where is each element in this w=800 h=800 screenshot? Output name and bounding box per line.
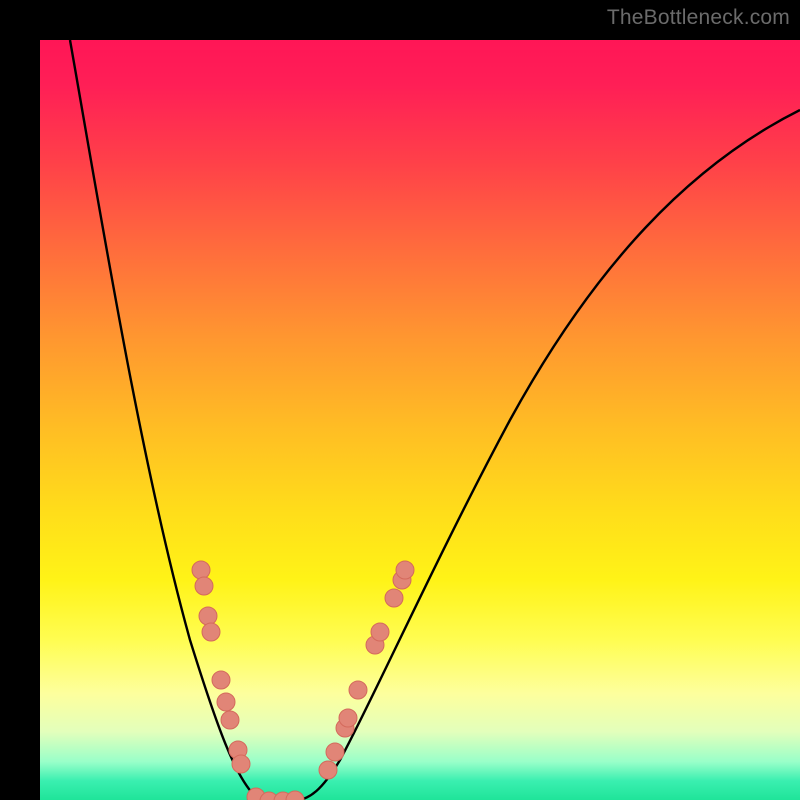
data-point xyxy=(221,711,239,729)
chart-svg xyxy=(40,40,800,800)
data-point xyxy=(202,623,220,641)
data-point xyxy=(212,671,230,689)
data-point xyxy=(319,761,337,779)
data-point xyxy=(385,589,403,607)
data-point xyxy=(326,743,344,761)
plot-area xyxy=(40,40,800,800)
data-point xyxy=(232,755,250,773)
data-point xyxy=(199,607,217,625)
data-point xyxy=(349,681,367,699)
data-point xyxy=(195,577,213,595)
chart-frame: TheBottleneck.com xyxy=(0,0,800,800)
data-point xyxy=(371,623,389,641)
data-point xyxy=(396,561,414,579)
watermark-text: TheBottleneck.com xyxy=(607,6,790,30)
data-point xyxy=(339,709,357,727)
data-point xyxy=(192,561,210,579)
data-point xyxy=(217,693,235,711)
data-point xyxy=(286,791,304,800)
bottleneck-curve xyxy=(70,40,800,800)
